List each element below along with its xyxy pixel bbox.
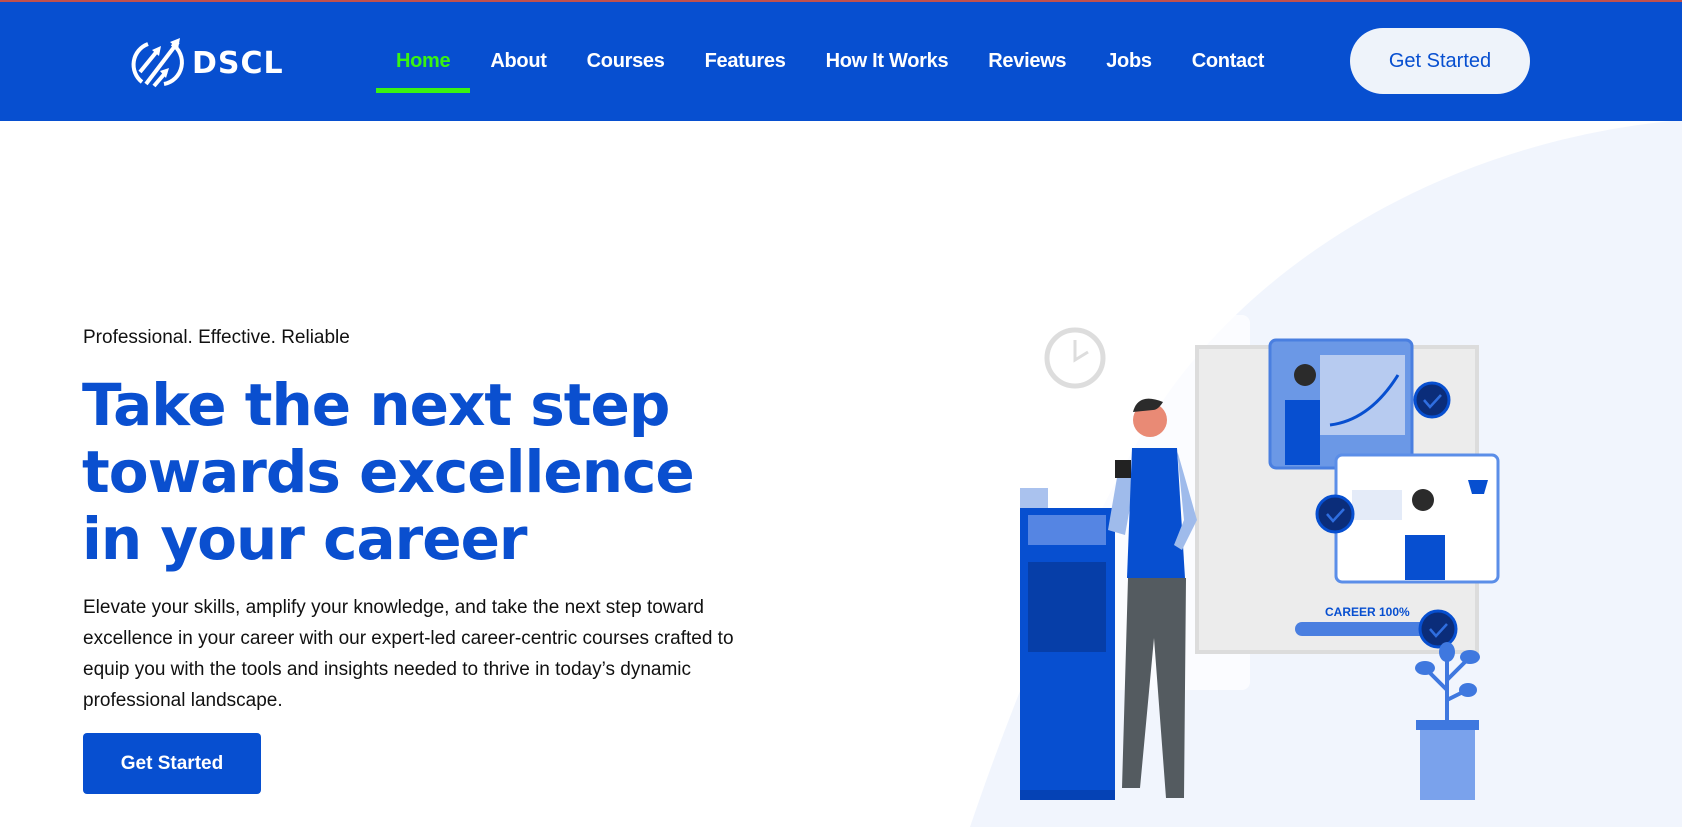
check-icon xyxy=(1418,609,1458,649)
main-nav: Home About Courses Features How It Works… xyxy=(376,2,1284,121)
check-icon xyxy=(1413,381,1451,419)
nav-jobs[interactable]: Jobs xyxy=(1086,2,1171,121)
logo-arrows-icon xyxy=(131,38,184,88)
hero-tagline: Professional. Effective. Reliable xyxy=(83,327,350,348)
nav-about[interactable]: About xyxy=(470,2,566,121)
nav-reviews[interactable]: Reviews xyxy=(968,2,1086,121)
header-get-started-button[interactable]: Get Started xyxy=(1350,28,1530,94)
career-illustration: CAREER 100% xyxy=(980,315,1500,800)
logo[interactable]: DSCL xyxy=(128,34,284,92)
nav-how-it-works[interactable]: How It Works xyxy=(806,2,969,121)
nav-home[interactable]: Home xyxy=(376,2,471,121)
logo-text: DSCL xyxy=(192,45,284,81)
mug xyxy=(1115,460,1131,478)
hero-description: Elevate your skills, amplify your knowle… xyxy=(83,597,734,711)
hero-get-started-button[interactable]: Get Started xyxy=(83,733,261,794)
hero-title: Take the next step towards excellence in… xyxy=(82,371,695,573)
site-header: DSCL Home About Courses Features How It … xyxy=(0,2,1682,121)
water-cooler xyxy=(1020,508,1115,800)
nav-contact[interactable]: Contact xyxy=(1172,2,1284,121)
nav-courses[interactable]: Courses xyxy=(567,2,685,121)
nav-features[interactable]: Features xyxy=(685,2,806,121)
plant-pot xyxy=(1420,725,1475,800)
progress-label: CAREER 100% xyxy=(1325,605,1410,619)
check-icon xyxy=(1315,494,1355,534)
